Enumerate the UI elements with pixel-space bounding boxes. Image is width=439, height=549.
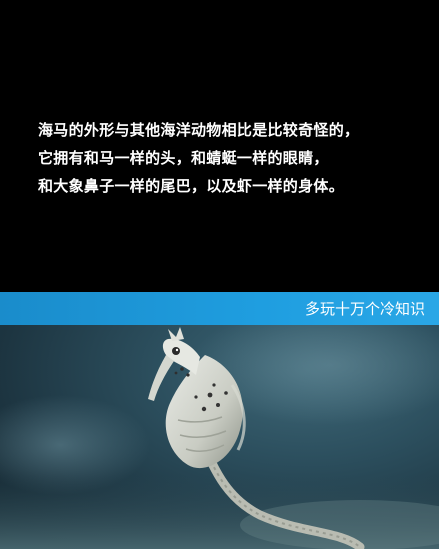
blue-banner: 多玩十万个冷知识 [0,292,439,325]
caption-text: 海马的外形与其他海洋动物相比是比较奇怪的， 它拥有和马一样的头，和蜻蜓一样的眼睛… [38,116,428,200]
caption-line-2: 它拥有和马一样的头，和蜻蜓一样的眼睛， [38,149,329,167]
caption-line-3: 和大象鼻子一样的尾巴，以及虾一样的身体。 [38,177,345,195]
banner-label: 多玩十万个冷知识 [304,300,425,318]
black-caption-panel: 海马的外形与其他海洋动物相比是比较奇怪的， 它拥有和马一样的头，和蜻蜓一样的眼睛… [0,0,439,292]
caption-line-1: 海马的外形与其他海洋动物相比是比较奇怪的， [38,121,360,139]
seahorse-photo [0,325,439,549]
seahorse-image [0,325,439,549]
